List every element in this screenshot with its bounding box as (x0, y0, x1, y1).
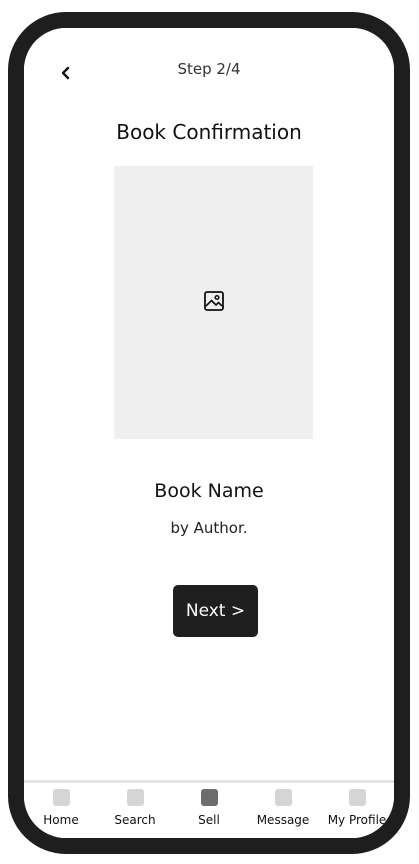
screen: Step 2/4 Book Confirmation Book Name by … (24, 28, 394, 838)
tab-home[interactable]: Home (24, 789, 98, 835)
step-indicator: Step 2/4 (177, 60, 241, 78)
message-icon (274, 789, 292, 806)
bottom-tab-bar: Home Search Sell Message My Profile (24, 783, 394, 838)
book-name: Book Name (154, 480, 264, 502)
sell-icon (200, 789, 218, 806)
page-title: Book Confirmation (116, 120, 302, 144)
tab-label: Search (114, 813, 156, 827)
book-cover-placeholder (114, 166, 313, 439)
book-author: by Author. (170, 519, 248, 537)
tab-sell[interactable]: Sell (172, 789, 246, 835)
home-icon (52, 789, 70, 806)
tab-label: Sell (198, 813, 220, 827)
tab-message[interactable]: Message (246, 789, 320, 835)
image-icon (203, 290, 225, 316)
search-icon (126, 789, 144, 806)
tab-label: My Profile (327, 813, 387, 827)
tab-search[interactable]: Search (98, 789, 172, 835)
tab-my-profile[interactable]: My Profile (320, 789, 394, 835)
phone-frame: Step 2/4 Book Confirmation Book Name by … (8, 12, 410, 854)
tab-label: Home (43, 813, 79, 827)
tab-label: Message (256, 813, 310, 827)
profile-icon (348, 789, 366, 806)
next-button[interactable]: Next > (173, 585, 258, 637)
